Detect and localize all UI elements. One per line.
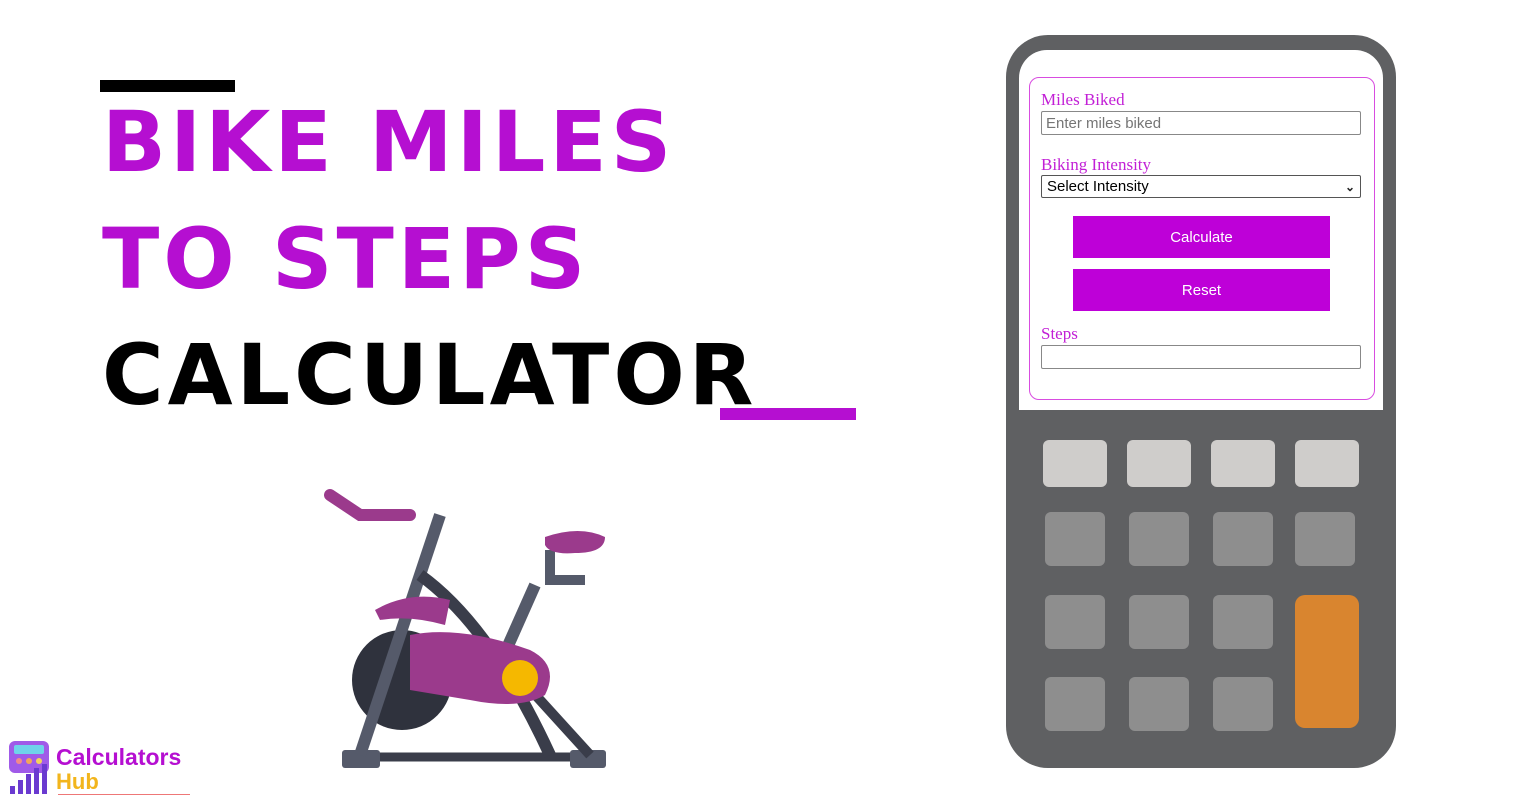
calc-key [1213,512,1273,566]
miles-label: Miles Biked [1041,90,1125,109]
title-underline [720,408,856,420]
calc-key [1043,440,1107,487]
calc-key [1213,595,1273,649]
title-line-3: Calculator [102,326,758,424]
calc-key [1129,595,1189,649]
calc-key [1129,512,1189,566]
calculators-hub-logo: Calculators Hub [8,740,198,796]
calc-key [1045,512,1105,566]
title-top-bar [100,80,235,92]
calc-key [1295,512,1355,566]
exercise-bike-illustration [324,489,606,768]
seat [545,531,605,554]
calc-key [1127,440,1191,487]
intensity-selected: Select Intensity [1047,178,1149,195]
logo-underline [58,794,190,795]
logo-text-calculators: Calculators [56,744,182,770]
logo-text-hub: Hub [56,769,99,794]
calc-key [1213,677,1273,731]
chevron-down-icon: ⌄ [1344,179,1355,194]
calc-key [1295,440,1359,487]
steps-output [1041,345,1361,369]
calc-key [1211,440,1275,487]
pedal-hub [502,660,538,696]
title-line-2: to Steps [102,210,590,308]
calculate-button[interactable]: Calculate [1073,216,1330,258]
guard [375,596,450,625]
steps-label: Steps [1041,324,1078,343]
calc-key [1045,677,1105,731]
calc-key-orange [1295,595,1359,728]
seat-bracket [545,550,585,585]
calc-key [1129,677,1189,731]
miles-input[interactable] [1041,111,1361,135]
intensity-label: Biking Intensity [1041,155,1152,174]
logo-icon [9,741,49,794]
handlebar [324,489,416,521]
reset-button[interactable]: Reset [1073,269,1330,311]
title-line-1: Bike Miles [102,93,676,191]
intensity-select[interactable]: Select Intensity ⌄ [1041,175,1361,198]
calc-key [1045,595,1105,649]
